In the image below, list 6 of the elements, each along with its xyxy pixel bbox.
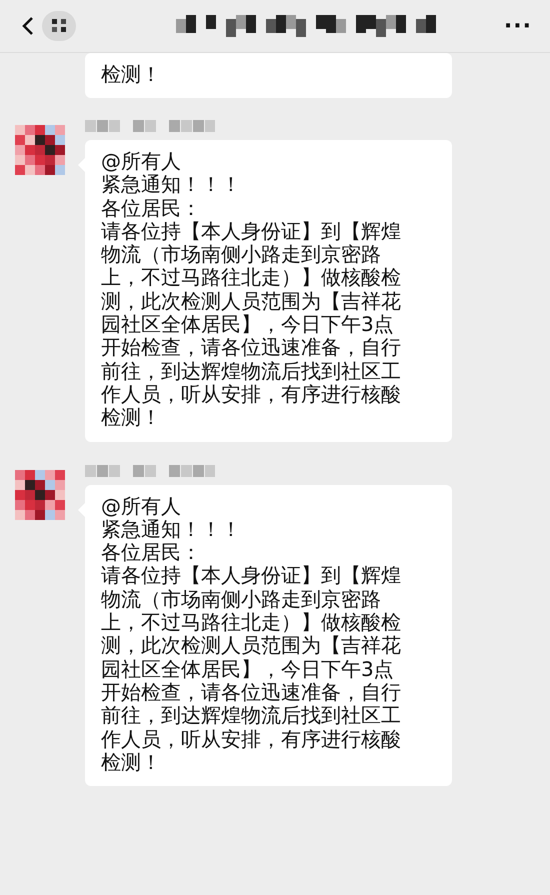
message-text: 检测！ — [101, 63, 162, 86]
back-icon[interactable] — [22, 17, 34, 35]
message-text: @所有人 紧急通知！！！ 各位居民： 请各位持【本人身份证】到【辉煌 物流（市场南侧小路走到京密路 上，不过马路往北走）】做核酸检 测，此次检测人员范围为【吉祥花 园社区全体居民】，今日下午3点 开始检查，请各位迅速准备，自行 前往，到达辉煌物流后找到社区工 作人员，听从安排，有序进行核酸 检测！ — [101, 150, 402, 430]
message-text: @所有人 紧急通知！！！ 各位居民： 请各位持【本人身份证】到【辉煌 物流（市场南侧小路走到京密路 上，不过马路往北走）】做核酸检 测，此次检测人员范围为【吉祥花 园社区全体居民】，今日下午3点 开始检查，请各位迅速准备，自行 前往，到达辉煌物流后找到社区工 作人员，听从安排，有序进行核酸 检测！ — [101, 494, 402, 774]
blurred-badge — [42, 11, 76, 41]
more-button[interactable]: ··· — [504, 14, 532, 38]
